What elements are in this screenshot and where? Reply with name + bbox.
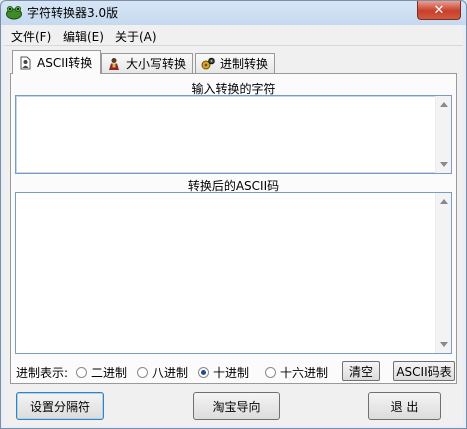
radio-octal-label: 八进制 <box>152 366 189 380</box>
radio-binary[interactable]: 二进制 <box>76 364 127 381</box>
close-icon: ✕ <box>433 2 445 18</box>
title-bar[interactable]: 字符转换器3.0版 ✕ <box>1 1 466 23</box>
ascii-table-button[interactable]: ASCII码表 <box>393 361 455 381</box>
radio-octal[interactable]: 八进制 <box>137 364 188 381</box>
set-separator-button[interactable]: 设置分隔符 <box>16 392 104 420</box>
frog-app-icon <box>6 6 22 20</box>
input-textbox[interactable] <box>15 95 452 174</box>
menu-file[interactable]: 文件(F) <box>11 28 51 45</box>
input-scrollbar[interactable] <box>435 96 451 173</box>
tab-ascii-label: ASCII转换 <box>37 56 93 70</box>
radio-circle <box>76 367 87 378</box>
radio-circle <box>137 367 148 378</box>
radio-hex[interactable]: 十六进制 <box>265 364 328 381</box>
main-client-area: ASCII转换 大小写转换 进制转换 输入转换的字符 转换后的ASCII码 进制… <box>4 46 463 426</box>
menu-about[interactable]: 关于(A) <box>115 28 157 45</box>
output-textbox[interactable] <box>15 192 452 354</box>
scroll-up-arrow-icon[interactable] <box>440 102 448 107</box>
scroll-down-arrow-icon[interactable] <box>440 342 448 347</box>
exit-button[interactable]: 退 出 <box>368 392 441 420</box>
tab-case[interactable]: 大小写转换 <box>101 53 193 73</box>
radio-circle-checked <box>198 367 209 378</box>
radix-label: 进制表示: <box>16 366 69 380</box>
scroll-up-arrow-icon[interactable] <box>440 199 448 204</box>
tab-case-label: 大小写转换 <box>126 57 187 71</box>
radio-binary-label: 二进制 <box>91 366 128 380</box>
output-scrollbar[interactable] <box>435 193 451 353</box>
person-icon <box>109 57 119 70</box>
menu-edit[interactable]: 编辑(E) <box>63 28 104 45</box>
menu-bar: 文件(F) 编辑(E) 关于(A) <box>4 25 463 46</box>
app-window: 字符转换器3.0版 ✕ 文件(F) 编辑(E) 关于(A) ASCII转换 大小… <box>0 0 467 429</box>
window-title: 字符转换器3.0版 <box>27 6 119 20</box>
close-button[interactable]: ✕ <box>417 1 461 20</box>
scroll-down-arrow-icon[interactable] <box>440 162 448 167</box>
radio-decimal[interactable]: 十进制 <box>198 364 249 381</box>
taobao-guide-button[interactable]: 淘宝导向 <box>193 392 280 420</box>
clear-button[interactable]: 清空 <box>342 361 380 381</box>
ascii-tab-panel: 输入转换的字符 转换后的ASCII码 <box>10 73 457 384</box>
radix-selector-row: 进制表示: 二进制 八进制 十进制 十六进制 清空 ASCII码表 <box>13 361 455 381</box>
tab-ascii[interactable]: ASCII转换 <box>12 50 101 74</box>
radio-circle <box>265 367 276 378</box>
document-person-icon <box>20 56 31 69</box>
gears-icon <box>201 57 215 69</box>
radio-decimal-label: 十进制 <box>213 366 250 380</box>
tab-radix-label: 进制转换 <box>220 57 269 71</box>
tab-radix[interactable]: 进制转换 <box>195 53 275 73</box>
radio-hex-label: 十六进制 <box>280 366 329 380</box>
